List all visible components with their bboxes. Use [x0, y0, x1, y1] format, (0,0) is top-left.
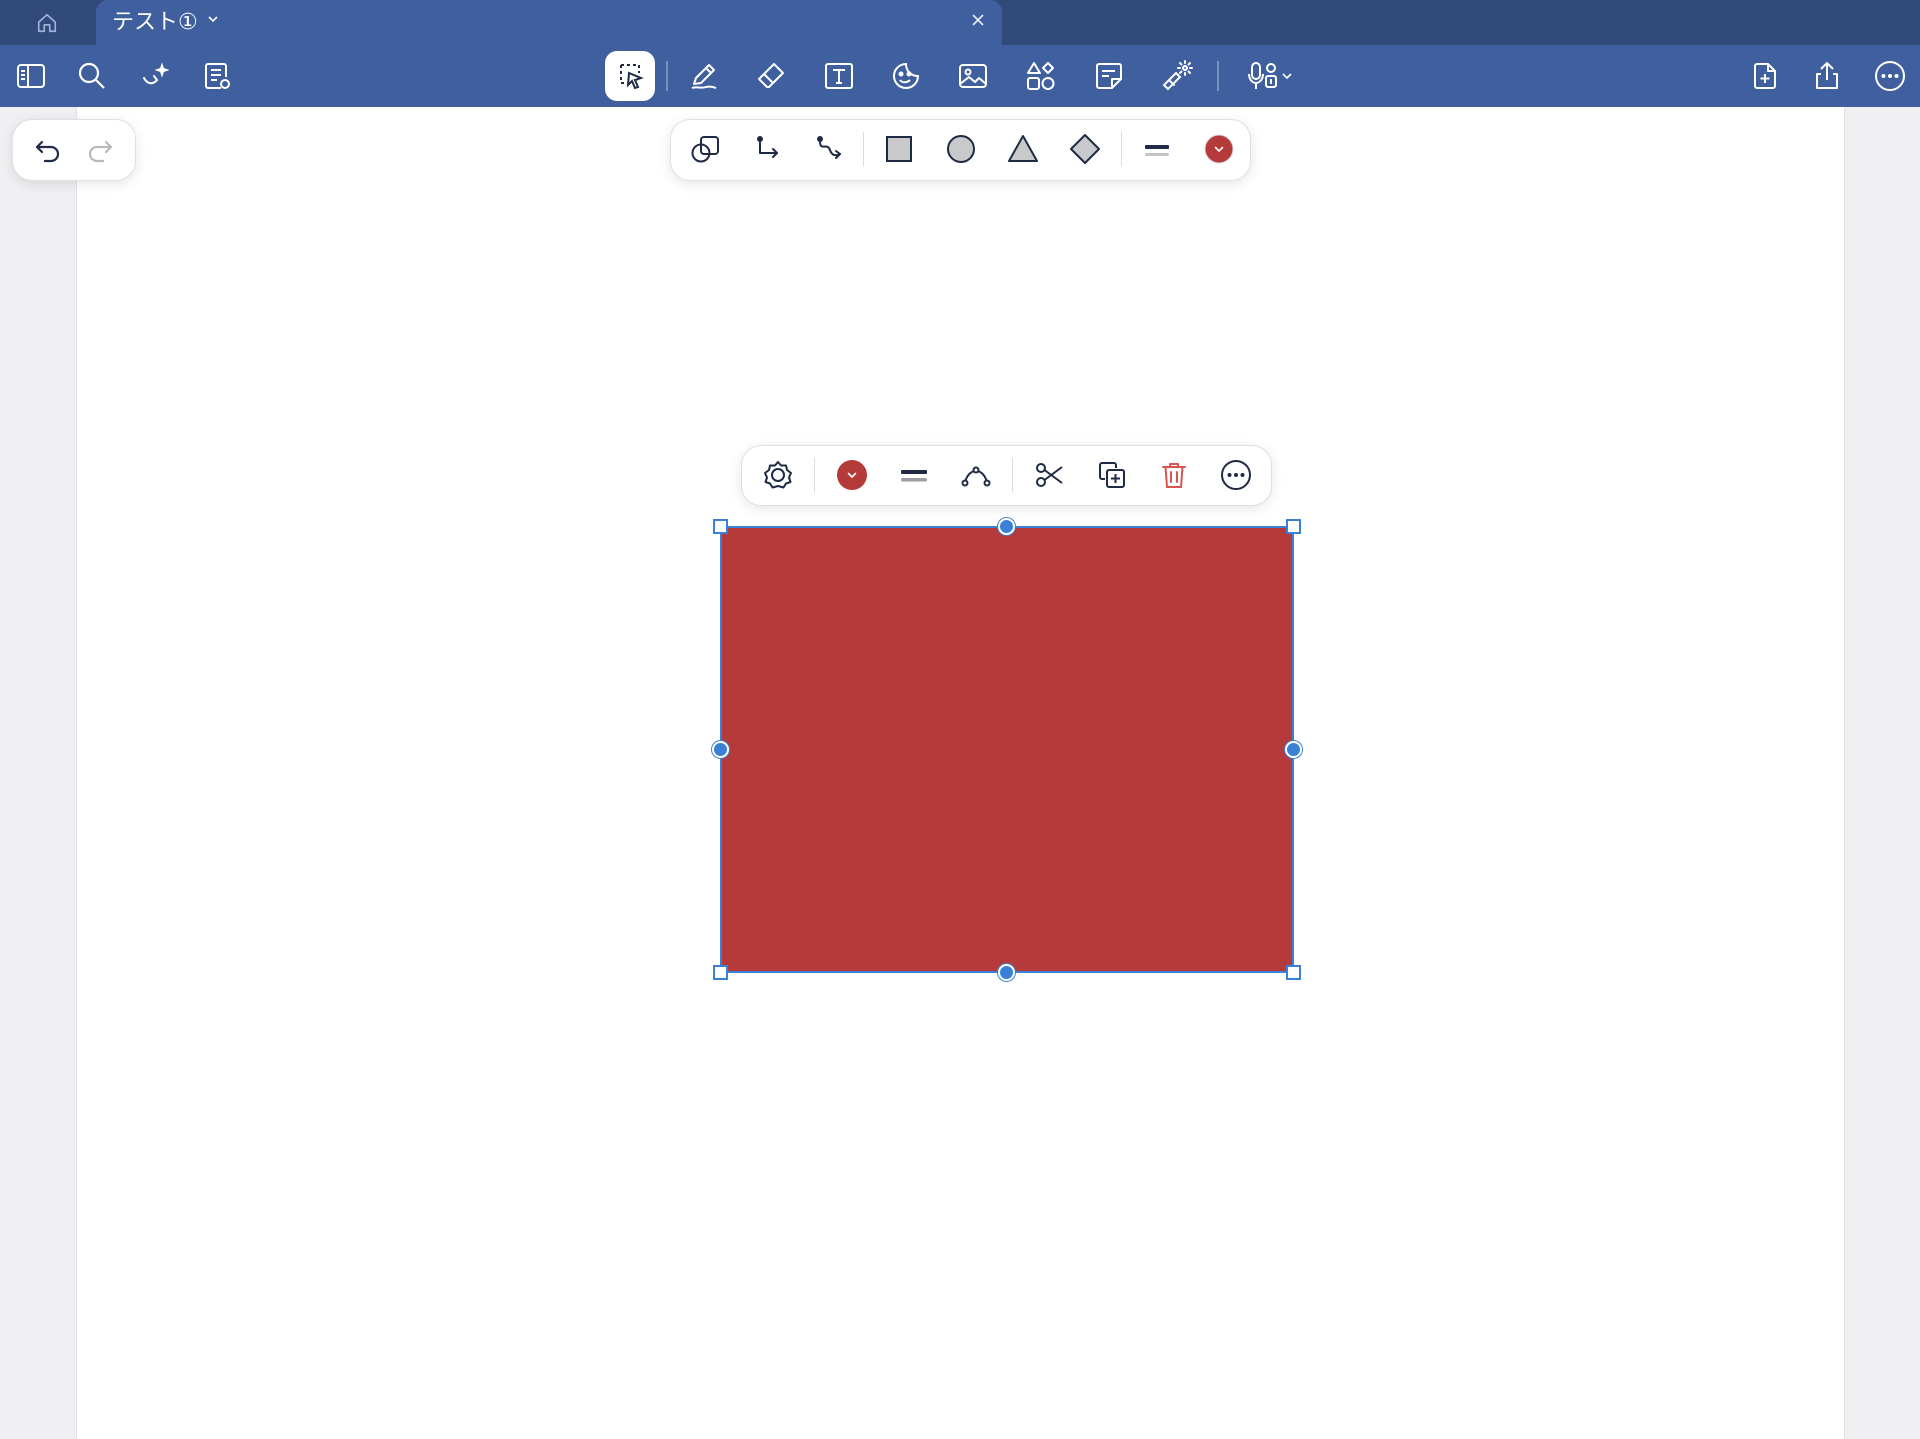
image-icon: [959, 64, 987, 88]
circle-icon: [947, 135, 975, 163]
fill-color-button[interactable]: [826, 446, 878, 504]
note-settings-button[interactable]: [192, 51, 242, 101]
triangle-icon: [1008, 135, 1038, 162]
sidebar-button[interactable]: [6, 51, 56, 101]
pen-button[interactable]: [679, 51, 729, 101]
more-button[interactable]: [1865, 51, 1915, 101]
eraser-icon: [758, 63, 784, 88]
tab-bar: テスト①: [0, 0, 1920, 45]
selection-frame: [720, 526, 1294, 973]
search-button[interactable]: [67, 51, 117, 101]
note-settings-icon: [205, 63, 230, 89]
laser-pointer-button[interactable]: [1152, 51, 1202, 101]
chevron-down-icon: [1282, 73, 1292, 80]
resize-handle-bottom-left[interactable]: [713, 965, 728, 980]
image-button[interactable]: [948, 51, 998, 101]
triangle-shape-button[interactable]: [997, 120, 1049, 178]
diamond-icon: [1070, 134, 1100, 164]
line-weight-icon: [901, 470, 927, 482]
more-options-button[interactable]: [1210, 446, 1262, 504]
shape-recognition-button[interactable]: [680, 120, 732, 178]
lasso-select-button[interactable]: [605, 51, 655, 101]
duplicate-icon: [1099, 462, 1125, 488]
selected-shape[interactable]: [712, 518, 1302, 981]
document-tab[interactable]: テスト①: [96, 0, 1002, 45]
cut-icon: [1036, 463, 1063, 487]
more-icon: [1221, 460, 1251, 490]
shapes-button[interactable]: [1016, 51, 1066, 101]
redo-button[interactable]: [74, 121, 126, 179]
fill-color-icon: [837, 460, 867, 490]
circle-shape-button[interactable]: [935, 120, 987, 178]
shape-settings-button[interactable]: [752, 446, 804, 504]
edit-points-icon: [961, 466, 991, 487]
chevron-down-icon[interactable]: [206, 12, 220, 26]
resize-handle-top-right[interactable]: [1286, 519, 1301, 534]
curved-connector-icon: [817, 136, 841, 159]
edit-points-button[interactable]: [950, 446, 1002, 504]
color-picker-button[interactable]: [1193, 120, 1245, 178]
ai-assist-button[interactable]: [130, 51, 180, 101]
line-weight-button[interactable]: [1131, 120, 1183, 178]
sticky-note-icon: [1096, 63, 1122, 89]
resize-handle-left[interactable]: [712, 741, 729, 758]
sticker-icon: [893, 62, 920, 89]
share-icon: [1816, 62, 1838, 89]
microphone-button[interactable]: [1236, 51, 1304, 101]
shapes-icon: [1027, 62, 1055, 90]
undo-redo-bar: [12, 119, 136, 181]
square-icon: [886, 136, 912, 162]
home-icon: [37, 13, 57, 33]
undo-button[interactable]: [22, 121, 74, 179]
duplicate-button[interactable]: [1086, 446, 1138, 504]
close-icon[interactable]: [970, 12, 986, 28]
sticky-note-button[interactable]: [1084, 51, 1134, 101]
redo-icon: [88, 140, 113, 163]
square-shape-button[interactable]: [873, 120, 925, 178]
add-page-button[interactable]: [1740, 51, 1790, 101]
resize-handle-bottom-right[interactable]: [1286, 965, 1301, 980]
shape-toolbar: [670, 119, 1251, 181]
resize-handle-right[interactable]: [1285, 741, 1302, 758]
elbow-connector-icon: [757, 136, 778, 158]
resize-handle-bottom[interactable]: [998, 964, 1015, 981]
resize-handle-top-left[interactable]: [713, 519, 728, 534]
shape-recognition-icon: [691, 136, 719, 163]
add-page-icon: [1754, 63, 1776, 89]
cut-button[interactable]: [1024, 446, 1076, 504]
diamond-shape-button[interactable]: [1059, 120, 1111, 178]
ai-assist-icon: [143, 62, 170, 85]
tab-title: テスト①: [112, 9, 198, 34]
delete-button[interactable]: [1148, 446, 1200, 504]
shape-context-menu: [741, 445, 1272, 506]
curved-connector-button[interactable]: [804, 120, 856, 178]
home-button[interactable]: [28, 8, 66, 38]
delete-icon: [1162, 463, 1186, 488]
sidebar-icon: [17, 64, 45, 88]
eraser-button[interactable]: [746, 51, 796, 101]
search-icon: [78, 62, 105, 89]
main-toolbar: [0, 45, 1920, 107]
resize-handle-top[interactable]: [998, 518, 1015, 535]
line-weight-menu-button[interactable]: [888, 446, 940, 504]
share-button[interactable]: [1802, 51, 1852, 101]
text-box-icon: [825, 63, 853, 89]
lasso-select-icon: [620, 64, 644, 90]
elbow-connector-button[interactable]: [742, 120, 794, 178]
undo-icon: [35, 140, 60, 163]
color-picker-icon: [1204, 134, 1234, 164]
sticker-button[interactable]: [881, 51, 931, 101]
line-weight-icon: [1145, 145, 1169, 156]
shape-settings-icon: [764, 461, 792, 489]
laser-pointer-icon: [1162, 60, 1193, 91]
more-icon: [1875, 61, 1905, 91]
pen-icon: [691, 64, 717, 89]
microphone-icon: [1248, 62, 1277, 89]
text-box-button[interactable]: [814, 51, 864, 101]
